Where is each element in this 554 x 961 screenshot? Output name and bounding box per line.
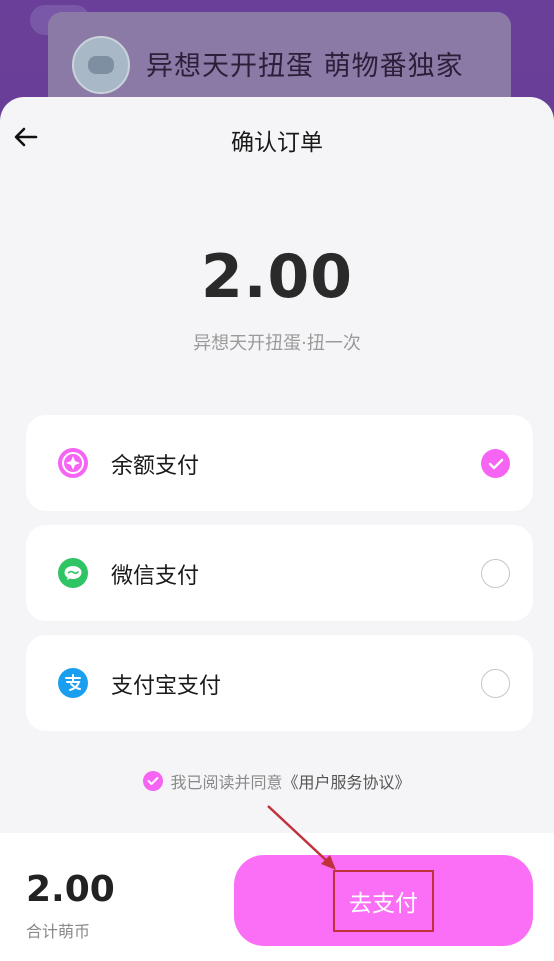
- payment-option-alipay[interactable]: 支付宝支付: [26, 635, 533, 731]
- balance-coin-icon: [58, 448, 88, 478]
- radio-checked[interactable]: [481, 449, 510, 478]
- agreement-row: 我已阅读并同意 《用户服务协议》: [0, 769, 554, 793]
- payment-option-label: 微信支付: [111, 564, 200, 589]
- pay-button-label: 去支付: [333, 869, 434, 932]
- order-confirm-sheet: 确认订单 2.00 异想天开扭蛋·扭一次 余额支付 微信支付 支付宝支付 我已阅…: [0, 97, 554, 961]
- product-avatar: [72, 36, 130, 94]
- pay-button[interactable]: 去支付: [234, 855, 533, 946]
- agreement-text: 我已阅读并同意: [170, 773, 283, 792]
- alipay-icon: [58, 668, 88, 698]
- total-amount: 2.00: [26, 869, 115, 910]
- total-label: 合计萌币: [26, 922, 91, 941]
- agreement-link[interactable]: 《用户服务协议》: [283, 769, 411, 793]
- agreement-checkbox[interactable]: [143, 771, 164, 791]
- page-title: 确认订单: [231, 130, 323, 156]
- payment-option-wechat[interactable]: 微信支付: [26, 525, 533, 621]
- radio-unchecked[interactable]: [481, 559, 510, 588]
- product-name: 异想天开扭蛋·扭一次: [193, 333, 361, 354]
- bottom-pay-bar: 2.00 合计萌币 去支付: [0, 833, 554, 961]
- wechat-icon: [58, 558, 88, 588]
- payment-option-balance[interactable]: 余额支付: [26, 415, 533, 511]
- radio-unchecked[interactable]: [481, 669, 510, 698]
- order-amount: 2.00: [200, 242, 354, 312]
- checkmark-icon: [147, 777, 159, 785]
- payment-option-label: 支付宝支付: [111, 674, 222, 699]
- checkmark-icon: [488, 458, 503, 469]
- background-product-title: 异想天开扭蛋 萌物番独家: [146, 51, 464, 82]
- payment-option-label: 余额支付: [111, 454, 200, 479]
